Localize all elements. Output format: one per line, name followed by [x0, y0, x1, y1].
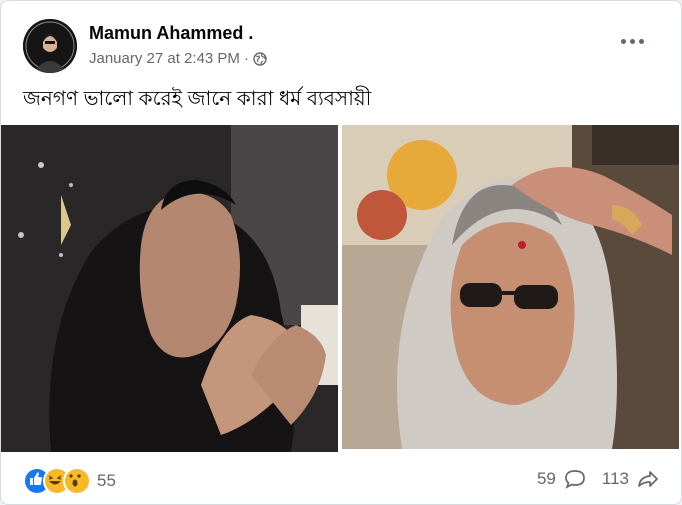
comment-count[interactable]: 59 [537, 469, 556, 489]
more-dot [629, 38, 635, 44]
more-dot [620, 38, 626, 44]
photo-left[interactable] [1, 125, 338, 452]
wow-icon [63, 467, 91, 495]
meta-separator: · [243, 50, 249, 67]
reaction-summary[interactable]: 55 [23, 467, 116, 495]
post-caption: জনগণ ভালো করেই জানে কারা ধর্ম ব্যবসায়ী [23, 88, 372, 110]
author-avatar[interactable] [23, 19, 77, 73]
more-options-icon[interactable] [617, 29, 647, 53]
share-icon[interactable] [637, 469, 659, 489]
reaction-count[interactable]: 55 [97, 471, 116, 491]
more-dot [638, 38, 644, 44]
avatar-image [23, 19, 77, 73]
wow-face [69, 474, 81, 487]
share-count[interactable]: 113 [602, 469, 629, 489]
engagement-summary: 59 113 [537, 469, 659, 489]
comment-icon[interactable] [564, 469, 586, 489]
photo-right[interactable] [342, 125, 679, 449]
post-meta: January 27 at 2:43 PM · [89, 50, 267, 67]
post-card: Mamun Ahammed . January 27 at 2:43 PM · … [0, 0, 682, 505]
globe-icon [253, 51, 267, 66]
author-name[interactable]: Mamun Ahammed . [89, 23, 253, 44]
post-timestamp[interactable]: January 27 at 2:43 PM [89, 50, 240, 67]
